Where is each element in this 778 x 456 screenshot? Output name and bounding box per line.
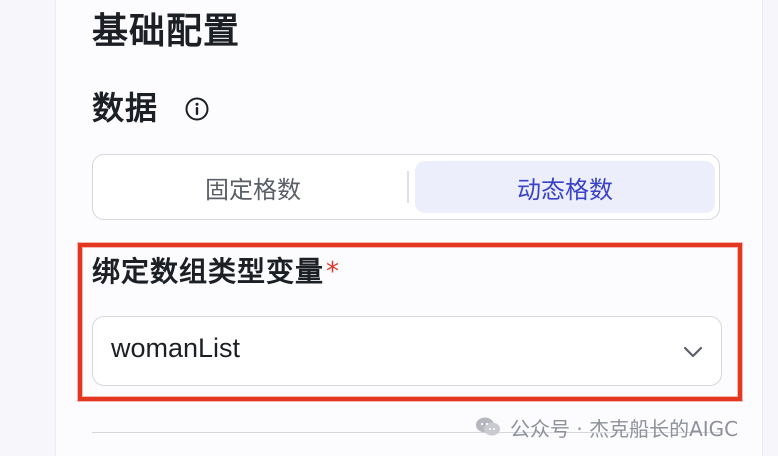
data-label: 数据 <box>92 89 159 127</box>
watermark: 公众号 · 杰克船长的AIGC <box>474 412 738 442</box>
watermark-text: 公众号 · 杰克船长的AIGC <box>510 416 739 441</box>
segment-fixed-grid[interactable]: 固定格数 <box>99 161 407 213</box>
grid-mode-segmented-control: 固定格数 动态格数 <box>92 154 720 220</box>
highlight-annotation-box <box>78 243 742 401</box>
info-icon[interactable] <box>184 96 210 122</box>
wechat-icon <box>476 417 500 436</box>
segment-divider <box>407 171 409 203</box>
section-title: 基础配置 <box>92 11 241 52</box>
page: 基础配置 数据 固定格数 动态格数 绑定数组类型变量* womanList 公众… <box>0 0 778 456</box>
segment-dynamic-grid[interactable]: 动态格数 <box>415 161 715 213</box>
